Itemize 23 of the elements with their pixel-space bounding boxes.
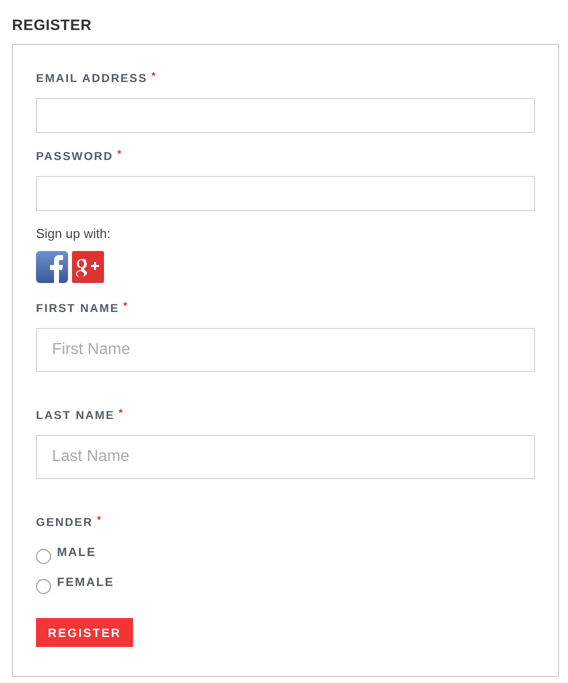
input-field[interactable] [36,176,535,211]
radio-button[interactable] [36,549,51,564]
required-mark: * [118,408,124,420]
required-mark: * [123,301,128,313]
field-label: PASSWORD [36,150,114,165]
google-plus-icon[interactable] [72,251,104,283]
required-mark: * [97,515,102,527]
form-title: REGISTER [12,16,93,36]
field-label: GENDER [36,516,94,531]
field-label: LAST NAME [36,409,115,424]
input-field[interactable] [36,98,535,133]
field-label: FIRST NAME [36,302,120,317]
radio-label: MALE [57,544,96,560]
input-field[interactable]: Last Name [36,435,535,479]
required-mark: * [117,149,122,161]
input-field[interactable]: First Name [36,328,535,372]
required-mark: * [151,71,157,83]
radio-button[interactable] [36,579,51,594]
facebook-icon[interactable] [36,251,68,283]
register-button[interactable]: REGISTER [36,618,133,647]
field-label: EMAIL ADDRESS [36,72,148,87]
sign-up-text: Sign up with: [36,225,110,243]
radio-label: FEMALE [57,574,114,590]
